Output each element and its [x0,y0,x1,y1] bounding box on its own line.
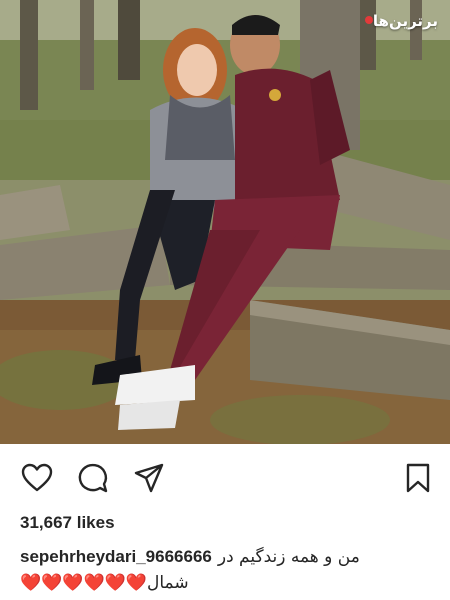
like-button[interactable] [19,460,55,496]
heart-outline-icon [21,463,53,492]
caption-line-1: sepehrheydari_9666666 من و همه زندگیم در [20,544,440,570]
caption-username[interactable]: sepehrheydari_9666666 [20,547,212,566]
watermark-dot [364,16,373,24]
photo-illustration [0,0,450,444]
share-button[interactable] [131,460,167,496]
instagram-post: برترین‌ها 31,667 likes sep [0,0,450,600]
post-photo[interactable]: برترین‌ها [0,0,450,444]
save-button[interactable] [400,460,436,496]
comment-bubble-icon [78,463,108,493]
post-caption: sepehrheydari_9666666 من و همه زندگیم در … [20,544,440,596]
caption-hearts: ❤️❤️❤️❤️❤️❤️ [20,573,148,593]
likes-count[interactable]: 31,667 likes [20,513,115,533]
caption-line-2: ❤️❤️❤️❤️❤️❤️شمال [20,570,440,596]
watermark-logo: برترین‌ها [362,12,438,30]
paper-plane-icon [134,463,164,493]
bookmark-icon [406,463,430,493]
watermark-text: برترین‌ها [372,12,438,30]
action-bar [0,444,450,508]
caption-text-line-2: شمال [147,573,189,593]
caption-text-line-1: من و همه زندگیم در [217,547,360,567]
comment-button[interactable] [75,460,111,496]
